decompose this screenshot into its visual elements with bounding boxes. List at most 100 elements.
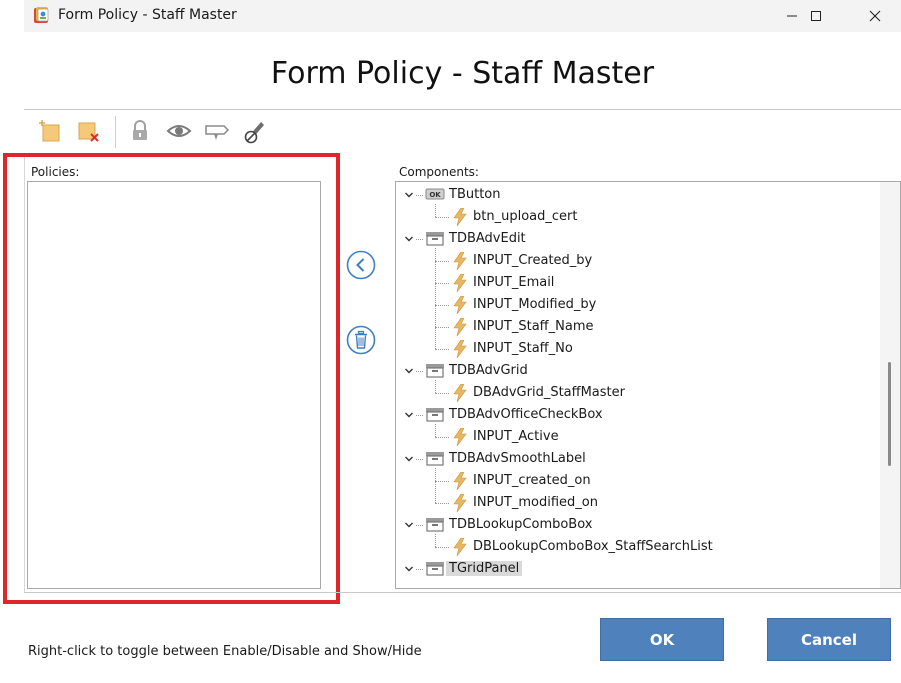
tree-connector	[416, 371, 423, 372]
remove-button[interactable]	[346, 325, 376, 355]
component-group-icon	[425, 516, 445, 536]
disable-edit-button[interactable]	[241, 116, 271, 146]
components-tree[interactable]: OK TButton btn_upload_cert TDBAdvEdit INPUT_…	[395, 181, 901, 589]
component-bolt-icon	[452, 317, 468, 340]
toolbar-separator	[115, 116, 116, 148]
component-bolt-icon	[452, 427, 468, 450]
tree-item-label: INPUT_Active	[473, 429, 559, 444]
tree-item-row[interactable]: INPUT_Active	[396, 426, 880, 448]
tree-connector	[435, 481, 449, 482]
chevron-down-icon[interactable]	[403, 409, 415, 421]
tree-item-row[interactable]: INPUT_modified_on	[396, 492, 880, 514]
delete-policy-icon	[78, 122, 99, 142]
tree-item-row[interactable]: DBAdvGrid_StaffMaster	[396, 382, 880, 404]
tree-item-row[interactable]: DBLookupComboBox_StaffSearchList	[396, 536, 880, 558]
component-bolt-icon	[452, 295, 468, 318]
tree-item-label: INPUT_Staff_Name	[473, 319, 594, 334]
svg-text:OK: OK	[429, 191, 441, 199]
component-bolt-icon	[452, 383, 468, 406]
tree-group-label: TDBAdvGrid	[449, 363, 528, 378]
tree-connector	[435, 217, 449, 218]
hint-text: Right-click to toggle between Enable/Dis…	[28, 644, 422, 659]
policies-label: Policies:	[31, 165, 80, 179]
component-group-icon	[425, 362, 445, 382]
policies-list[interactable]	[27, 181, 321, 589]
show-hide-button[interactable]	[164, 116, 194, 146]
tree-group-label: TDBAdvOfficeCheckBox	[449, 407, 603, 422]
eye-icon	[166, 125, 192, 137]
close-icon	[869, 10, 881, 22]
chevron-down-icon[interactable]	[403, 519, 415, 531]
chevron-left-circle-icon	[346, 250, 376, 280]
tree-group-row[interactable]: TDBAdvSmoothLabel	[396, 448, 880, 470]
tree-item-row[interactable]: btn_upload_cert	[396, 206, 880, 228]
bottom-divider	[24, 592, 901, 593]
tree-connector	[435, 305, 449, 306]
tree-item-row[interactable]: INPUT_Modified_by	[396, 294, 880, 316]
tree-group-label: TDBLookupComboBox	[449, 517, 593, 532]
heading-divider	[24, 109, 901, 110]
move-left-button[interactable]	[346, 250, 376, 280]
window-title: Form Policy - Staff Master	[58, 7, 237, 23]
component-group-icon	[425, 560, 445, 580]
app-icon	[33, 6, 51, 24]
component-bolt-icon	[452, 207, 468, 230]
tree-item-row[interactable]: INPUT_Staff_Name	[396, 316, 880, 338]
delete-policy-button[interactable]	[74, 116, 104, 146]
tree-connector	[435, 283, 449, 284]
tree-item-row[interactable]: INPUT_created_on	[396, 470, 880, 492]
tree-item-row[interactable]: INPUT_Created_by	[396, 250, 880, 272]
tree-group-row[interactable]: TDBLookupComboBox	[396, 514, 880, 536]
add-policy-button[interactable]	[36, 116, 66, 146]
tree-connector	[416, 459, 423, 460]
tree-item-label: INPUT_Staff_No	[473, 341, 573, 356]
component-bolt-icon	[452, 471, 468, 494]
close-button[interactable]	[852, 0, 898, 32]
components-scrollbar[interactable]	[880, 182, 900, 588]
tree-connector	[416, 415, 423, 416]
tree-group-row[interactable]: TDBAdvEdit	[396, 228, 880, 250]
chevron-down-icon[interactable]	[403, 233, 415, 245]
chevron-down-icon[interactable]	[403, 189, 415, 201]
page-title: Form Policy - Staff Master	[270, 56, 655, 91]
ok-button[interactable]: OK	[600, 618, 724, 661]
tree-group-label: TDBAdvEdit	[449, 231, 526, 246]
maximize-button[interactable]	[793, 0, 839, 32]
tree-group-row[interactable]: OK TButton	[396, 184, 880, 206]
component-group-icon	[425, 450, 445, 470]
tree-item-label: INPUT_Modified_by	[473, 297, 597, 312]
tree-group-row[interactable]: TGridPanel	[396, 558, 880, 580]
tree-item-label: DBLookupComboBox_StaffSearchList	[473, 539, 713, 554]
component-bolt-icon	[452, 493, 468, 516]
title-bar: Form Policy - Staff Master	[24, 0, 901, 32]
tree-item-row[interactable]: INPUT_Staff_No	[396, 338, 880, 360]
chevron-down-icon[interactable]	[403, 365, 415, 377]
component-bolt-icon	[452, 251, 468, 274]
tree-item-label: INPUT_Created_by	[473, 253, 593, 268]
maximize-icon	[811, 11, 821, 21]
lock-icon	[133, 120, 147, 140]
scrollbar-thumb[interactable]	[888, 362, 891, 466]
disable-edit-icon	[244, 122, 264, 144]
chevron-down-icon[interactable]	[403, 563, 415, 575]
component-group-icon	[425, 230, 445, 250]
tree-connector	[435, 393, 449, 394]
tree-item-label: INPUT_Email	[473, 275, 555, 290]
cancel-button[interactable]: Cancel	[767, 618, 891, 661]
component-bolt-icon	[452, 537, 468, 560]
component-bolt-icon	[452, 273, 468, 296]
component-group-icon	[425, 406, 445, 426]
tree-item-label: DBAdvGrid_StaffMaster	[473, 385, 625, 400]
tree-connector	[435, 503, 449, 504]
chevron-down-icon[interactable]	[403, 453, 415, 465]
label-button[interactable]	[202, 116, 232, 146]
label-icon	[205, 125, 230, 140]
tree-connector	[435, 261, 449, 262]
tree-connector	[435, 327, 449, 328]
tree-connector	[416, 569, 423, 570]
lock-button[interactable]	[125, 116, 155, 146]
tree-group-row[interactable]: TDBAdvOfficeCheckBox	[396, 404, 880, 426]
tree-item-row[interactable]: INPUT_Email	[396, 272, 880, 294]
tree-group-row[interactable]: TDBAdvGrid	[396, 360, 880, 382]
left-panel-divider	[24, 153, 25, 593]
